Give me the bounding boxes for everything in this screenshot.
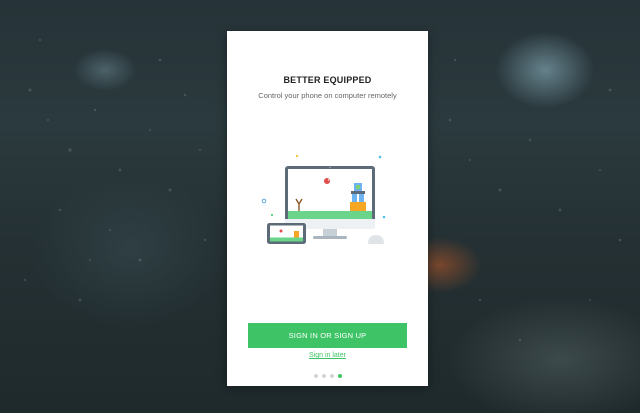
monitor-stand [313, 236, 347, 239]
onboarding-card: BETTER EQUIPPED Control your phone on co… [227, 31, 428, 386]
page-dot[interactable] [329, 374, 334, 378]
confetti-dot [261, 198, 267, 204]
grass-ground [288, 211, 372, 219]
monitor-neck [323, 229, 337, 236]
confetti-dot [382, 215, 386, 219]
sign-in-later-link[interactable]: Sign in later [309, 352, 346, 359]
desktop-and-phone-illustration [261, 154, 386, 244]
sign-in-or-sign-up-button[interactable]: SIGN IN OR SIGN UP [248, 323, 407, 348]
phone-tower [294, 231, 299, 238]
red-bird [324, 178, 330, 184]
onboarding-subtitle: Control your phone on computer remotely [258, 91, 397, 100]
mouse-icon [368, 235, 384, 244]
tower-block [359, 194, 364, 202]
page-dot-active[interactable] [337, 374, 342, 378]
green-pig [355, 184, 361, 190]
confetti-dot [378, 155, 382, 159]
page-dot[interactable] [313, 374, 318, 378]
phone-red-bird [279, 229, 283, 233]
onboarding-title: BETTER EQUIPPED [283, 75, 372, 85]
tower-block [351, 191, 365, 194]
red-bird-eye [327, 179, 330, 181]
confetti-dot [295, 154, 299, 158]
confetti-dot [271, 214, 273, 216]
tower-block [352, 194, 357, 202]
page-dot[interactable] [321, 374, 326, 378]
phone-grass [270, 237, 303, 242]
monitor-camera [329, 166, 331, 169]
tower-block [350, 202, 366, 211]
pagination-dots [227, 374, 428, 378]
sign-in-later-container: Sign in later [227, 352, 428, 359]
